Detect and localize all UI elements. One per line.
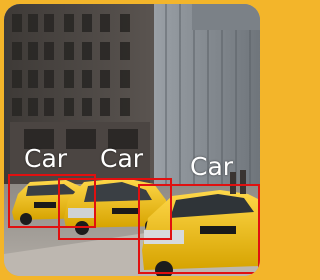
detection-box-car-front	[138, 184, 260, 274]
detection-label-car-left: Car	[24, 144, 68, 173]
detection-label-car-front: Car	[190, 152, 234, 181]
detection-label-car-middle: Car	[100, 144, 144, 173]
image-frame: Car Car Car	[4, 4, 260, 276]
